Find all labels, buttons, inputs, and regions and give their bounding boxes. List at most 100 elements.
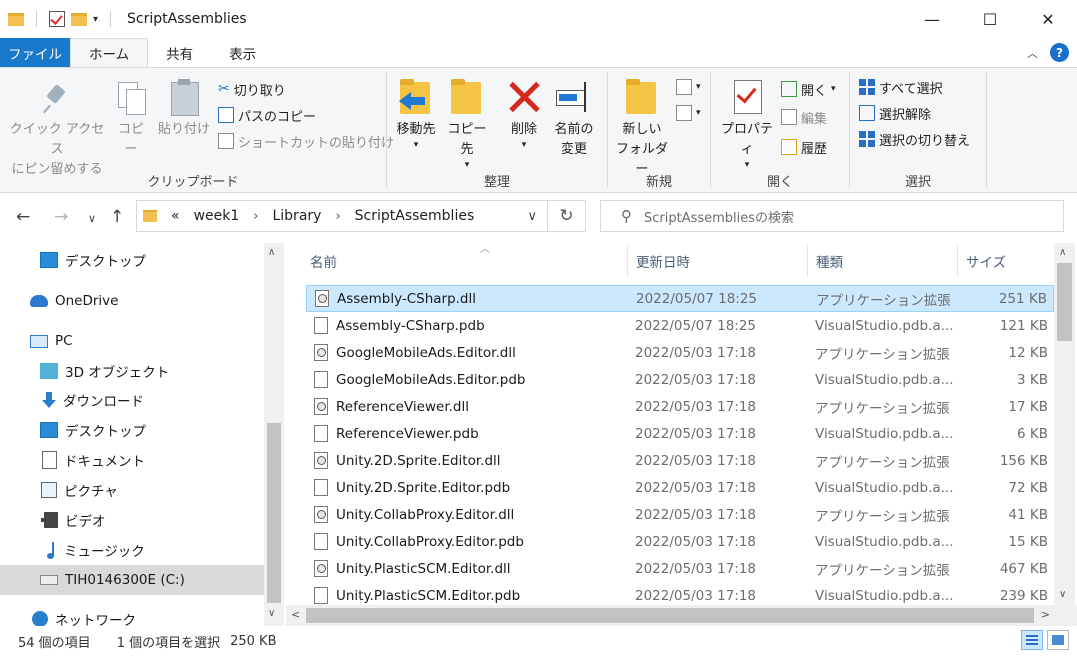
scroll-down-icon[interactable]: ∨ xyxy=(1059,589,1066,600)
nav-scrollbar[interactable]: ∧ ∨ xyxy=(264,243,284,628)
cut-button[interactable]: ✂ 切り取り xyxy=(218,78,286,100)
move-to-button[interactable]: 移動先 ▾ xyxy=(391,78,441,150)
properties-icon[interactable] xyxy=(49,11,65,27)
edit-button[interactable]: 編集 xyxy=(781,106,827,128)
tab-share[interactable]: 共有 xyxy=(148,38,211,67)
pictures-icon xyxy=(41,482,57,498)
pin-quick-access-button[interactable]: クイック アクセス にピン留めする xyxy=(6,82,108,180)
breadcrumb-overflow[interactable]: « xyxy=(171,208,180,224)
file-list-vertical-scrollbar[interactable]: ∧ ∨ xyxy=(1054,243,1075,605)
folder-icon xyxy=(8,12,24,26)
nav-item-drive-c[interactable]: TIH0146300E (C:) xyxy=(0,565,264,595)
back-arrow-icon[interactable]: ← xyxy=(16,207,30,227)
nav-item-network[interactable]: ネットワーク xyxy=(0,604,264,628)
scroll-left-icon[interactable]: < xyxy=(291,608,300,621)
help-icon[interactable]: ? xyxy=(1050,43,1069,62)
large-icons-view-button[interactable] xyxy=(1047,630,1069,650)
tab-file[interactable]: ファイル xyxy=(0,38,70,67)
column-divider[interactable] xyxy=(807,245,808,277)
open-button[interactable]: 開く ▾ xyxy=(781,78,836,100)
chevron-right-icon[interactable]: › xyxy=(335,209,340,224)
chevron-right-icon[interactable]: › xyxy=(253,209,258,224)
file-list-horizontal-scrollbar[interactable]: < > xyxy=(286,605,1054,626)
delete-button[interactable]: 削除 ▾ xyxy=(503,78,545,150)
nav-item-documents[interactable]: ドキュメント xyxy=(0,445,264,475)
scroll-right-icon[interactable]: > xyxy=(1041,608,1050,621)
nav-item-3d-objects[interactable]: 3D オブジェクト xyxy=(0,356,264,386)
file-row[interactable]: GoogleMobileAds.Editor.pdb 2022/05/03 17:… xyxy=(306,366,1054,393)
scrollbar-thumb[interactable] xyxy=(267,423,281,603)
file-row[interactable]: Unity.PlasticSCM.Editor.pdb 2022/05/03 17… xyxy=(306,582,1054,605)
customize-quick-access-icon[interactable]: ▾ xyxy=(93,14,98,25)
rename-icon xyxy=(554,78,594,116)
up-arrow-icon[interactable]: ↑ xyxy=(110,207,124,227)
address-bar[interactable]: « week1 › Library › ScriptAssemblies ∨ xyxy=(136,200,548,232)
scrollbar-thumb[interactable] xyxy=(1057,263,1072,341)
file-row[interactable]: Assembly-CSharp.dll 2022/05/07 18:25 アプリケー… xyxy=(306,285,1054,312)
new-folder-button[interactable]: 新しい フォルダー xyxy=(610,78,674,180)
file-size: 251 KB xyxy=(998,290,1047,307)
nav-item-videos[interactable]: ビデオ xyxy=(0,505,264,535)
minimize-button[interactable]: — xyxy=(903,0,961,38)
file-row[interactable]: Unity.CollabProxy.Editor.pdb 2022/05/03 1… xyxy=(306,528,1054,555)
select-all-button[interactable]: すべて選択 xyxy=(859,76,943,98)
file-row[interactable]: Assembly-CSharp.pdb 2022/05/07 18:25 Visua… xyxy=(306,312,1054,339)
breadcrumb-library[interactable]: Library xyxy=(272,208,321,224)
minimize-ribbon-icon[interactable]: ︿ xyxy=(1027,45,1038,61)
invert-selection-button[interactable]: 選択の切り替え xyxy=(859,128,970,150)
column-header-date[interactable]: 更新日時 xyxy=(636,243,806,279)
file-row[interactable]: GoogleMobileAds.Editor.dll 2022/05/03 17:… xyxy=(306,339,1054,366)
scroll-down-icon[interactable]: ∨ xyxy=(268,608,275,619)
nav-item-desktop-2[interactable]: デスクトップ xyxy=(0,415,264,445)
column-divider[interactable] xyxy=(627,245,628,277)
rename-button[interactable]: 名前の 変更 xyxy=(549,78,599,160)
file-row[interactable]: Unity.PlasticSCM.Editor.dll 2022/05/03 17… xyxy=(306,555,1054,582)
search-input[interactable]: ⚲ ScriptAssembliesの検索 xyxy=(600,200,1064,232)
paste-shortcut-button[interactable]: ショートカットの貼り付け xyxy=(218,130,394,152)
file-list: ︿ 名前 更新日時 種類 サイズ Assembly-CSharp.dll 2022… xyxy=(286,243,1077,605)
copy-path-button[interactable]: パスのコピー xyxy=(218,104,316,126)
nav-item-downloads[interactable]: ダウンロード xyxy=(0,385,264,415)
scroll-up-icon[interactable]: ∧ xyxy=(268,247,275,258)
pc-icon xyxy=(30,334,48,348)
column-header-name[interactable]: ︿ 名前 xyxy=(310,243,626,279)
file-size: 6 KB xyxy=(1017,425,1048,442)
nav-item-pictures[interactable]: ピクチャ xyxy=(0,475,264,505)
file-row[interactable]: Unity.CollabProxy.Editor.dll 2022/05/03 1… xyxy=(306,501,1054,528)
easy-access-button[interactable]: ▾ xyxy=(676,102,701,124)
file-row[interactable]: Unity.2D.Sprite.Editor.dll 2022/05/03 17:… xyxy=(306,447,1054,474)
column-divider[interactable] xyxy=(957,245,958,277)
file-row[interactable]: Unity.2D.Sprite.Editor.pdb 2022/05/03 17:… xyxy=(306,474,1054,501)
nav-item-music[interactable]: ミュージック xyxy=(0,535,264,565)
refresh-button[interactable]: ↻ xyxy=(548,200,586,232)
maximize-button[interactable]: ☐ xyxy=(961,0,1019,38)
tab-view[interactable]: 表示 xyxy=(211,38,274,67)
details-view-button[interactable] xyxy=(1021,630,1043,650)
properties-button[interactable]: プロパティ ▾ xyxy=(715,78,779,170)
column-header-size[interactable]: サイズ xyxy=(966,243,1052,279)
forward-arrow-icon[interactable]: → xyxy=(54,207,68,227)
copy-button[interactable]: コピー xyxy=(112,80,150,160)
new-item-button[interactable]: ▾ xyxy=(676,76,701,98)
column-header-type[interactable]: 種類 xyxy=(816,243,956,279)
new-folder-icon[interactable] xyxy=(71,12,87,26)
scroll-up-icon[interactable]: ∧ xyxy=(1059,247,1066,258)
file-row[interactable]: ReferenceViewer.pdb 2022/05/03 17:18 Visua… xyxy=(306,420,1054,447)
nav-item-desktop[interactable]: デスクトップ xyxy=(0,245,264,275)
recent-locations-icon[interactable]: ∨ xyxy=(88,212,96,225)
history-button[interactable]: 履歴 xyxy=(781,136,827,158)
paste-button[interactable]: 貼り付け xyxy=(155,78,213,140)
scrollbar-thumb[interactable] xyxy=(306,608,1034,623)
open-icon xyxy=(781,81,797,97)
close-button[interactable]: ✕ xyxy=(1019,0,1077,38)
address-dropdown-icon[interactable]: ∨ xyxy=(527,209,537,224)
tab-home[interactable]: ホーム xyxy=(70,38,149,67)
breadcrumb-scriptassemblies[interactable]: ScriptAssemblies xyxy=(355,208,475,224)
copy-to-button[interactable]: コピー先 ▾ xyxy=(443,78,491,170)
select-none-button[interactable]: 選択解除 xyxy=(859,102,931,124)
window-controls: — ☐ ✕ xyxy=(903,0,1077,38)
nav-item-pc[interactable]: PC xyxy=(0,326,264,356)
breadcrumb-week1[interactable]: week1 xyxy=(194,208,240,224)
file-row[interactable]: ReferenceViewer.dll 2022/05/03 17:18 アプリケー… xyxy=(306,393,1054,420)
nav-item-onedrive[interactable]: OneDrive xyxy=(0,286,264,316)
